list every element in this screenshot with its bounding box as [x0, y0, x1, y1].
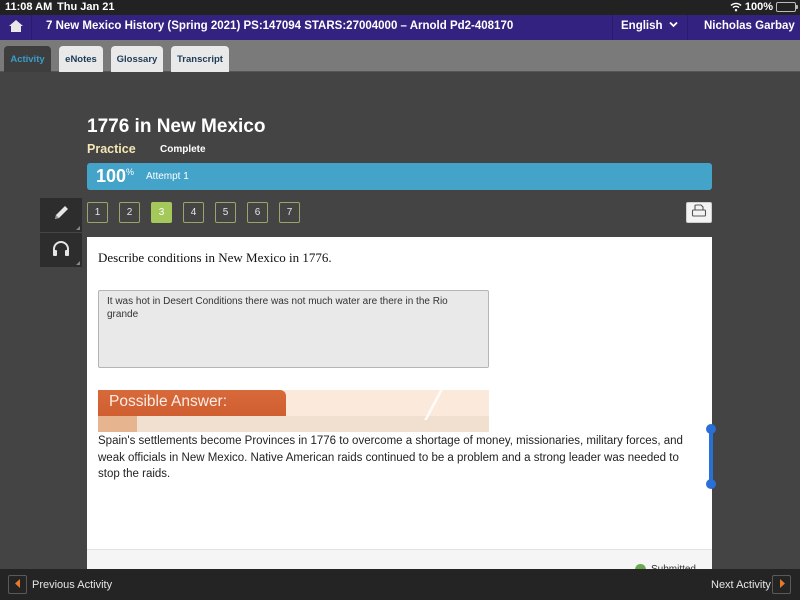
status-time: 11:08 AM [5, 1, 53, 13]
possible-answer-banner: Possible Answer: [98, 390, 489, 432]
tab-transcript[interactable]: Transcript [171, 46, 229, 72]
previous-activity-link[interactable]: Previous Activity [32, 579, 112, 591]
page-button-6[interactable]: 6 [247, 202, 268, 223]
page-button-3[interactable]: 3 [151, 202, 172, 223]
next-activity-link[interactable]: Next Activity [711, 579, 771, 591]
question-card: Describe conditions in New Mexico in 177… [87, 237, 712, 549]
status-date: Thu Jan 21 [57, 1, 115, 13]
annotate-tool-button[interactable] [40, 198, 82, 232]
battery-icon [776, 2, 798, 12]
language-label: English [621, 20, 663, 32]
arrow-right-icon [779, 578, 785, 591]
battery-percent: 100% [744, 1, 773, 13]
status-right: 100% [730, 1, 798, 13]
attempt-label: Attempt 1 [146, 171, 189, 182]
tab-glossary[interactable]: Glossary [111, 46, 163, 72]
selection-handle[interactable] [706, 424, 716, 489]
activity-type: Practice [87, 142, 136, 156]
bottom-nav: Previous Activity Next Activity [0, 569, 800, 600]
home-button[interactable] [0, 15, 32, 40]
language-select[interactable]: English [612, 15, 688, 40]
activity-title: 1776 in New Mexico [87, 116, 266, 137]
page-button-7[interactable]: 7 [279, 202, 300, 223]
chevron-down-icon [669, 20, 678, 30]
activity-status: Complete [160, 144, 206, 155]
user-name[interactable]: Nicholas Garbay [704, 20, 795, 32]
audio-tool-button[interactable] [40, 233, 82, 267]
possible-answer-text: Spain's settlements become Provinces in … [98, 435, 683, 480]
arrow-left-icon [14, 578, 21, 591]
question-pager: 1 2 3 4 5 6 7 [87, 202, 300, 223]
status-bar: 11:08 AM Thu Jan 21 100% [0, 0, 800, 15]
wifi-icon [730, 2, 742, 12]
previous-activity-button[interactable] [8, 575, 27, 594]
course-header: 7 New Mexico History (Spring 2021) PS:14… [0, 15, 800, 40]
score-value: 100% [96, 166, 134, 187]
page-button-4[interactable]: 4 [183, 202, 204, 223]
page-button-1[interactable]: 1 [87, 202, 108, 223]
tab-bar: Activity eNotes Glossary Transcript [0, 40, 800, 72]
pencil-icon [51, 203, 71, 228]
question-prompt: Describe conditions in New Mexico in 177… [98, 250, 332, 265]
next-activity-button[interactable] [772, 575, 791, 594]
printer-icon [691, 203, 707, 222]
tab-enotes[interactable]: eNotes [59, 46, 103, 72]
possible-answer-label: Possible Answer: [109, 393, 228, 410]
page-button-2[interactable]: 2 [119, 202, 140, 223]
home-icon [8, 19, 24, 36]
score-unit: % [126, 167, 135, 177]
score-number: 100 [96, 166, 127, 186]
selection-handle-end[interactable] [706, 479, 716, 489]
headphones-icon [51, 239, 71, 262]
page-button-5[interactable]: 5 [215, 202, 236, 223]
selection-handle-start[interactable] [706, 424, 716, 434]
card-footer: Submitted [87, 549, 712, 569]
tab-activity[interactable]: Activity [4, 46, 51, 72]
print-button[interactable] [686, 202, 712, 223]
student-answer-field[interactable]: It was hot in Desert Conditions there wa… [98, 290, 489, 368]
course-title: 7 New Mexico History (Spring 2021) PS:14… [46, 20, 514, 32]
score-bar: 100% Attempt 1 [87, 163, 712, 190]
